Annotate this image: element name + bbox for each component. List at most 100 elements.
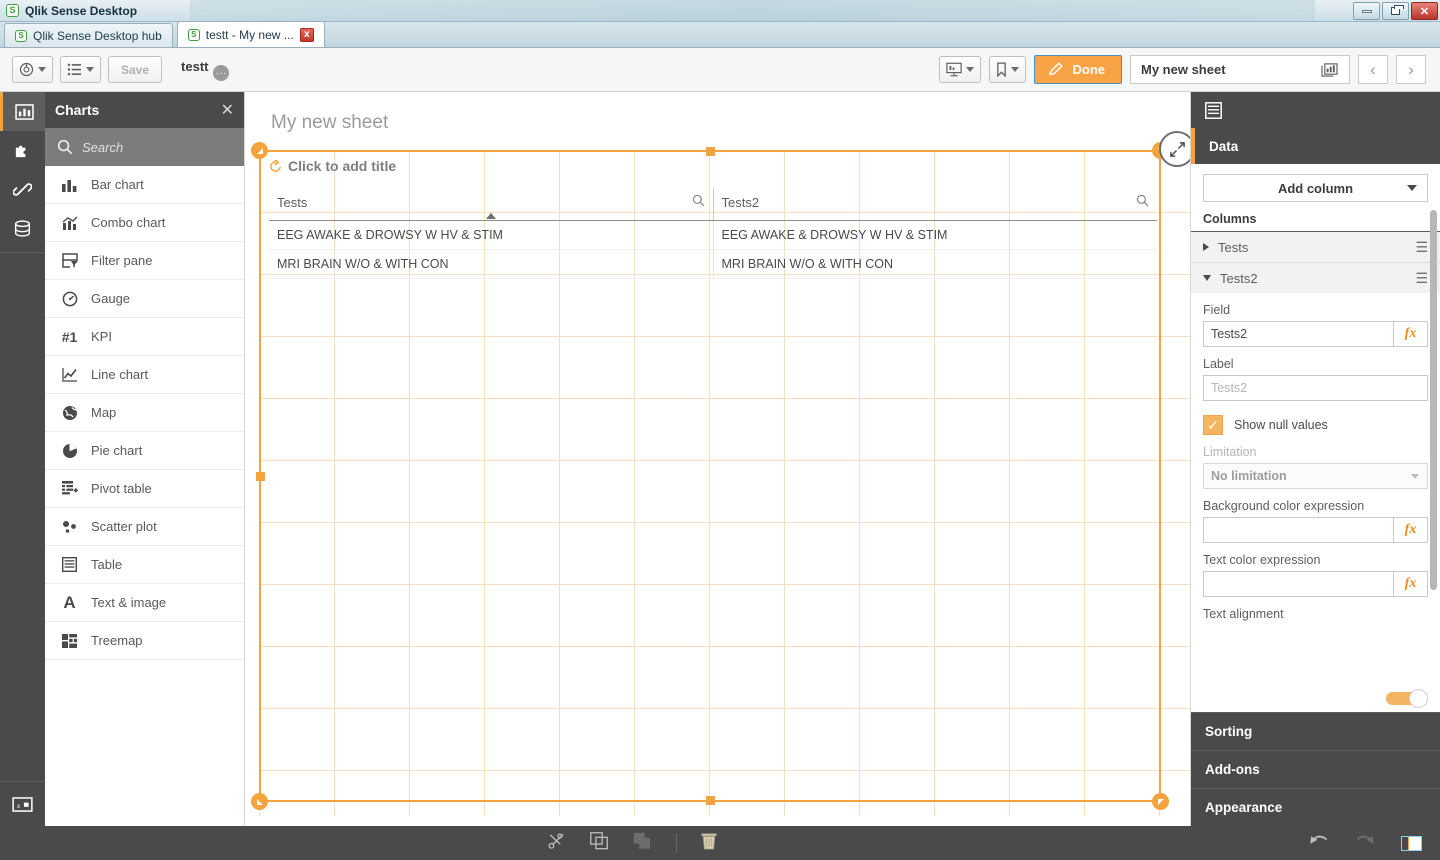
- delete-button[interactable]: [701, 832, 717, 855]
- rail-item-variables[interactable]: x: [0, 781, 45, 826]
- chart-selector-button[interactable]: [1321, 62, 1343, 77]
- rail-item-fields[interactable]: [0, 209, 45, 248]
- text-alignment-toggle[interactable]: [1386, 689, 1428, 708]
- chart-item-scatter-plot[interactable]: Scatter plot: [45, 508, 244, 546]
- field-input[interactable]: Tests2: [1203, 321, 1394, 347]
- table-header-cell-tests[interactable]: Tests: [269, 188, 713, 220]
- chart-item-combo-chart[interactable]: Combo chart: [45, 204, 244, 242]
- resize-handle-bottom-right[interactable]: [1152, 793, 1169, 810]
- chart-item-map[interactable]: Map: [45, 394, 244, 432]
- charts-search-placeholder: Search: [82, 139, 124, 155]
- chart-item-treemap[interactable]: Treemap: [45, 622, 244, 660]
- properties-panel: Data Add column Columns Tests ☰ Tests2 ☰…: [1190, 92, 1440, 826]
- redo-button[interactable]: [1355, 832, 1375, 854]
- rail-item-master-items[interactable]: [0, 170, 45, 209]
- limitation-label: Limitation: [1203, 445, 1257, 459]
- object-title-placeholder[interactable]: Click to add title: [269, 158, 1159, 174]
- resize-handle-top-center[interactable]: [706, 147, 715, 156]
- text-color-expression-input[interactable]: [1203, 571, 1394, 597]
- undo-button[interactable]: [1309, 832, 1329, 854]
- chart-item-filter-pane[interactable]: Filter pane: [45, 242, 244, 280]
- charts-search-row[interactable]: Search: [45, 128, 244, 166]
- app-menu-icon[interactable]: ...: [213, 65, 230, 81]
- resize-handle-top-left[interactable]: [251, 142, 268, 159]
- paste-button[interactable]: [633, 832, 652, 855]
- resize-handle-middle-left[interactable]: [256, 472, 265, 481]
- properties-section-data[interactable]: Data: [1191, 128, 1440, 164]
- combo-chart-icon: [61, 216, 78, 230]
- chart-item-pie-chart[interactable]: Pie chart: [45, 432, 244, 470]
- list-icon: [67, 63, 81, 76]
- minimize-button[interactable]: [1353, 2, 1380, 20]
- qlik-favicon-icon: S: [15, 29, 27, 42]
- drag-handle-icon[interactable]: ☰: [1415, 240, 1428, 254]
- label-input[interactable]: Tests2: [1203, 375, 1428, 401]
- column-row-tests[interactable]: Tests ☰: [1191, 231, 1440, 262]
- close-icon[interactable]: ✕: [221, 100, 234, 120]
- rail-item-charts[interactable]: [0, 92, 45, 131]
- resize-handle-bottom-center[interactable]: [706, 796, 715, 805]
- properties-section-addons[interactable]: Add-ons: [1191, 750, 1440, 788]
- chart-item-label: Combo chart: [91, 215, 166, 230]
- table-cell[interactable]: MRI BRAIN W/O & WITH CON: [269, 250, 713, 279]
- save-button[interactable]: Save: [108, 56, 163, 83]
- close-button[interactable]: ✕: [1411, 2, 1438, 20]
- table-row[interactable]: MRI BRAIN W/O & WITH CON MRI BRAIN W/O &…: [269, 250, 1157, 279]
- chart-item-kpi[interactable]: #1 KPI: [45, 318, 244, 356]
- background-color-expression-button[interactable]: fx: [1394, 517, 1428, 543]
- field-label: Field: [1203, 303, 1231, 317]
- table-icon: [61, 557, 78, 572]
- table-cell[interactable]: MRI BRAIN W/O & WITH CON: [712, 250, 1157, 279]
- chevron-down-icon: [86, 67, 94, 72]
- search-icon[interactable]: [692, 194, 705, 210]
- text-color-expression-button[interactable]: fx: [1394, 571, 1428, 597]
- cut-button[interactable]: [548, 832, 566, 855]
- search-icon[interactable]: [1136, 194, 1149, 210]
- chevron-down-icon: [1010, 67, 1019, 72]
- sheets-button[interactable]: [60, 56, 101, 83]
- field-expression-button[interactable]: fx: [1394, 321, 1428, 347]
- properties-scrollbar[interactable]: [1430, 210, 1437, 590]
- tab-hub[interactable]: S Qlik Sense Desktop hub: [4, 23, 173, 47]
- panel-toggle-button[interactable]: [1401, 835, 1422, 851]
- checkbox-checked-icon[interactable]: ✓: [1203, 415, 1223, 435]
- bookmarks-button[interactable]: [988, 56, 1026, 83]
- show-null-values-row[interactable]: ✓ Show null values: [1203, 415, 1440, 435]
- resize-handle-bottom-left[interactable]: [251, 793, 268, 810]
- chart-item-pivot-table[interactable]: Pivot table: [45, 470, 244, 508]
- chart-item-table[interactable]: Table: [45, 546, 244, 584]
- properties-section-sorting[interactable]: Sorting: [1191, 712, 1440, 750]
- limitation-select[interactable]: No limitation: [1203, 463, 1428, 489]
- add-column-button[interactable]: Add column: [1203, 174, 1428, 202]
- prev-sheet-button[interactable]: ‹: [1358, 55, 1388, 84]
- chart-item-text-image[interactable]: A Text & image: [45, 584, 244, 622]
- column-row-tests2[interactable]: Tests2 ☰: [1191, 262, 1440, 293]
- tab-app[interactable]: S testt - My new ... x: [176, 21, 325, 47]
- rail-item-custom-objects[interactable]: [0, 131, 45, 170]
- table-cell[interactable]: EEG AWAKE & DROWSY W HV & STIM: [712, 221, 1157, 250]
- close-icon[interactable]: x: [299, 27, 314, 42]
- chart-item-gauge[interactable]: Gauge: [45, 280, 244, 318]
- table-cell[interactable]: EEG AWAKE & DROWSY W HV & STIM: [269, 221, 713, 250]
- navigation-button[interactable]: [12, 56, 53, 83]
- app-name-group: testt...: [169, 58, 230, 81]
- table-header-cell-tests2[interactable]: Tests2: [712, 188, 1158, 220]
- properties-section-appearance[interactable]: Appearance: [1191, 788, 1440, 826]
- next-sheet-button[interactable]: ›: [1396, 55, 1426, 84]
- storytelling-button[interactable]: [938, 56, 981, 83]
- expand-button[interactable]: [1159, 131, 1190, 167]
- chart-item-line-chart[interactable]: Line chart: [45, 356, 244, 394]
- chart-item-bar-chart[interactable]: Bar chart: [45, 166, 244, 204]
- chart-item-label: Scatter plot: [91, 519, 157, 534]
- map-icon: [61, 405, 78, 421]
- chevron-down-icon[interactable]: [1203, 275, 1211, 281]
- table-header-row: Tests Tests2: [269, 188, 1157, 221]
- table-object-frame[interactable]: Click to add title Tests Tests2 EEG AWAK…: [251, 131, 1190, 810]
- copy-button[interactable]: [590, 831, 609, 855]
- table-row[interactable]: EEG AWAKE & DROWSY W HV & STIM EEG AWAKE…: [269, 221, 1157, 250]
- drag-handle-icon[interactable]: ☰: [1415, 271, 1428, 285]
- done-button[interactable]: Done: [1033, 55, 1122, 84]
- restore-button[interactable]: [1382, 2, 1409, 20]
- background-color-expression-input[interactable]: [1203, 517, 1394, 543]
- chevron-right-icon[interactable]: [1203, 243, 1209, 251]
